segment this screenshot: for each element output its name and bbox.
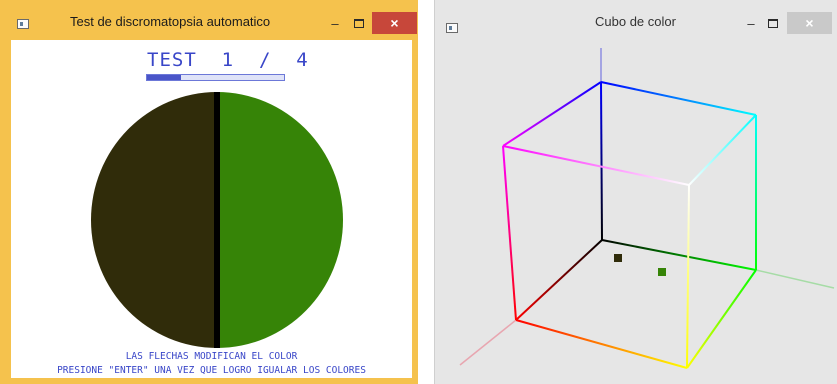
app-icon[interactable] (446, 23, 458, 33)
edge-magenta-red (502, 145, 517, 321)
cube-edges (502, 81, 757, 369)
disk-divider (214, 92, 220, 348)
edge-blue-magenta (502, 81, 602, 147)
green-axis (755, 269, 835, 289)
maximize-icon (768, 18, 778, 28)
title-bar[interactable]: Cubo de color – × (435, 0, 837, 38)
test-counter: TEST 1 / 4 (147, 49, 309, 71)
edge-magenta-white (502, 145, 690, 186)
left-half-target-color (91, 92, 217, 348)
left-color-marker (614, 254, 622, 262)
edge-cyan-white (688, 114, 757, 186)
progress-bar (146, 74, 285, 81)
edge-green-yellow (686, 269, 757, 369)
right-color-marker (658, 268, 666, 276)
test-window: Test de discromatopsia automatico – × TE… (0, 0, 418, 384)
close-button[interactable]: × (787, 12, 832, 34)
edge-blue-cyan (600, 81, 757, 116)
edge-black-green (601, 239, 757, 271)
instruction-line-2: PRESIONE "ENTER" UNA VEZ QUE LOGRO IGUAL… (57, 365, 366, 376)
minimize-button[interactable]: – (324, 12, 346, 34)
test-canvas[interactable]: TEST 1 / 4 LAS FLECHAS MODIFICAN EL COLO… (11, 40, 412, 378)
window-title: Cubo de color (595, 14, 676, 29)
color-cube-window: Cubo de color – × (434, 0, 837, 384)
minimize-button[interactable]: – (740, 12, 762, 34)
red-axis (459, 319, 517, 366)
edge-white-yellow (686, 184, 690, 369)
title-bar[interactable]: Test de discromatopsia automatico – × (0, 0, 418, 38)
right-half-adjustable-color (217, 92, 343, 348)
maximize-button[interactable] (762, 12, 784, 34)
close-button[interactable]: × (372, 12, 417, 34)
instruction-line-1: LAS FLECHAS MODIFICAN EL COLOR (125, 351, 298, 362)
progress-fill (147, 75, 182, 80)
rgb-color-cube-view[interactable] (436, 40, 836, 380)
edge-red-yellow (515, 319, 688, 369)
color-comparison-disk (91, 92, 343, 348)
maximize-icon (354, 18, 364, 28)
app-icon[interactable] (17, 19, 29, 29)
edge-black-blue (600, 81, 603, 241)
maximize-button[interactable] (348, 12, 370, 34)
edge-black-red (515, 239, 603, 321)
window-title: Test de discromatopsia automatico (70, 14, 271, 29)
